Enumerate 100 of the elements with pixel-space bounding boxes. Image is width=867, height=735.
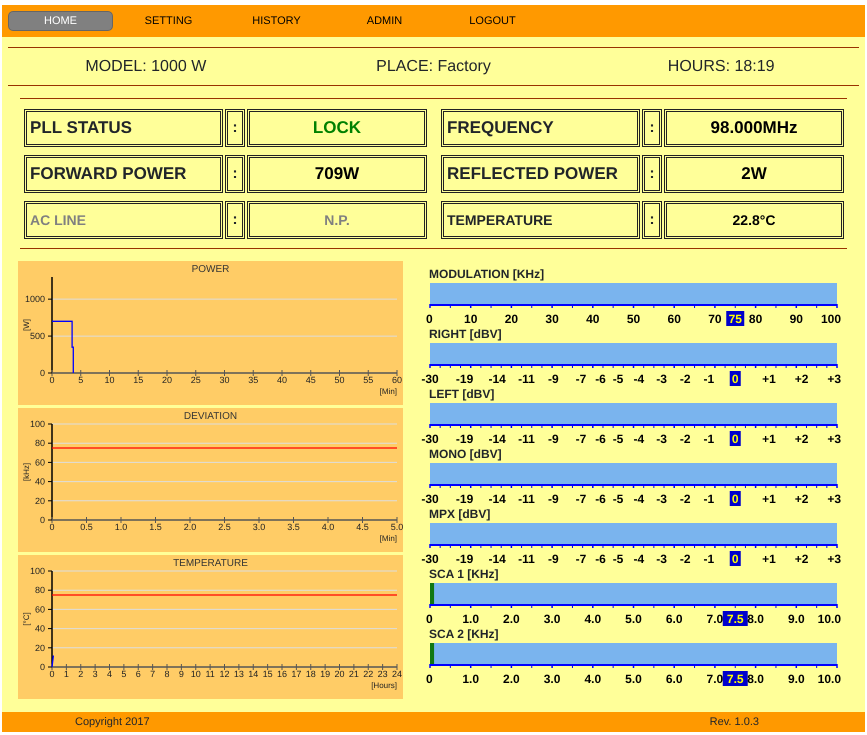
scale-label: -9 (548, 552, 559, 566)
scale-label: +3 (827, 432, 841, 446)
scale-label: -5 (612, 492, 624, 506)
scale-label: -7 (576, 372, 586, 386)
separator-cell: : (642, 109, 662, 147)
tick-label: 40 (34, 624, 45, 634)
scale-label: +3 (827, 492, 841, 506)
scale-label: -2 (680, 372, 691, 386)
tick-label: 100 (30, 419, 45, 429)
tick-label: 2.5 (218, 522, 231, 532)
scale-label: -7 (576, 552, 586, 566)
highlighted-scale-label: 75 (726, 311, 744, 326)
scale-label: -4 (633, 492, 644, 506)
scale-label: 9.0 (788, 612, 805, 626)
scale-label: -2 (680, 492, 691, 506)
tick-label: 15 (262, 669, 273, 679)
status-label: FORWARD POWER (24, 155, 223, 193)
copyright-text: Copyright 2017 (75, 714, 150, 730)
scale-label: 10 (464, 312, 478, 326)
tick-label: 3.0 (252, 522, 266, 532)
tick-label: 0 (50, 375, 54, 385)
tick-label: 0 (50, 522, 54, 532)
tick-label: 3 (92, 669, 98, 679)
tick-label: 25 (190, 375, 201, 385)
scale-label: 6.0 (666, 612, 683, 626)
scale-label: -3 (656, 492, 667, 506)
scale-label: -11 (518, 372, 535, 386)
scale-label: 0 (426, 612, 433, 626)
tick-label: 4.0 (322, 522, 334, 532)
tick-label: 35 (248, 375, 258, 385)
scale-label: -9 (548, 372, 559, 386)
scale-label: +1 (762, 492, 776, 506)
axis-label: [kHz] (22, 462, 31, 482)
chart-title: DEVIATION (184, 411, 238, 422)
info-text: HOURS: 18:19 (668, 58, 775, 75)
scale-label: +2 (794, 372, 808, 386)
scale-label: 0 (426, 312, 433, 326)
scale-label: -1 (703, 552, 714, 566)
tick-label: 23 (378, 669, 388, 679)
tick-label: 80 (34, 438, 45, 448)
scale-label: -7 (576, 492, 586, 506)
scale-label: -19 (456, 432, 474, 446)
series-line (51, 655, 54, 668)
nav-tab[interactable]: HISTORY (224, 11, 329, 31)
scale-label: 5.0 (625, 612, 642, 626)
info-text: PLACE: Factory (376, 58, 491, 75)
tick-label: 55 (363, 375, 374, 385)
tick-label: 20 (334, 669, 344, 679)
tick-label: 3.5 (287, 522, 300, 532)
scale-label: -9 (548, 432, 559, 446)
axis-label: [W] (22, 319, 31, 331)
nav-tab[interactable]: ADMIN (332, 11, 437, 31)
tick-label: 1.0 (114, 522, 128, 532)
meter-label: RIGHT [dBV] (428, 327, 502, 342)
meter-label: LEFT [dBV] (428, 387, 494, 402)
tick-label: 13 (234, 669, 244, 679)
tick-label: 4 (107, 669, 112, 679)
scale-label: -11 (518, 432, 535, 446)
scale-label: 3.0 (544, 612, 560, 626)
nav-tab[interactable]: LOGOUT (440, 11, 545, 31)
nav-tab[interactable]: HOME (8, 11, 113, 31)
highlighted-scale-label: 7.5 (722, 671, 748, 686)
tick-label: 15 (133, 375, 144, 385)
status-label: TEMPERATURE (441, 201, 640, 239)
scale-label: 70 (708, 312, 722, 326)
tick-label: 8 (164, 669, 170, 679)
axis-label: [Hours] (371, 681, 397, 690)
tick-label: 80 (34, 585, 45, 596)
scale-label: 1.0 (462, 612, 480, 626)
scale-label: -5 (612, 552, 624, 566)
scale-label: +1 (762, 372, 776, 386)
scale-label: 8.0 (747, 612, 764, 626)
tick-label: 50 (334, 375, 344, 385)
tick-label: 2.0 (184, 522, 196, 532)
scale-label: -14 (488, 552, 506, 566)
tick-label: 5.0 (390, 522, 403, 532)
tick-label: 0 (40, 662, 45, 672)
scale-label: 30 (545, 312, 559, 326)
tick-label: 17 (291, 669, 302, 679)
scale-label: -11 (518, 552, 535, 566)
axis-label: [Min] (380, 534, 397, 543)
separator-cell: : (225, 155, 245, 193)
tick-label: 0 (40, 368, 45, 378)
meter-label: MONO [dBV] (428, 447, 502, 462)
tick-label: 0 (40, 515, 45, 525)
scale-label: 10.0 (818, 612, 841, 626)
scale-label: 10.0 (818, 672, 841, 686)
scale-label: -4 (633, 552, 644, 566)
scale-label: 2.0 (503, 672, 520, 686)
tick-label: 6 (136, 669, 141, 679)
scale-label: 5.0 (625, 672, 642, 686)
scale-label: 80 (748, 312, 762, 326)
axis-label: [°C] (22, 612, 31, 626)
nav-tab[interactable]: SETTING (116, 11, 221, 31)
tick-label: 12 (220, 669, 230, 679)
status-label: PLL STATUS (24, 109, 223, 147)
scale-label: 4.0 (584, 672, 602, 686)
tick-label: 100 (30, 566, 45, 576)
tick-label: 22 (363, 669, 374, 679)
tick-label: 40 (277, 375, 287, 385)
